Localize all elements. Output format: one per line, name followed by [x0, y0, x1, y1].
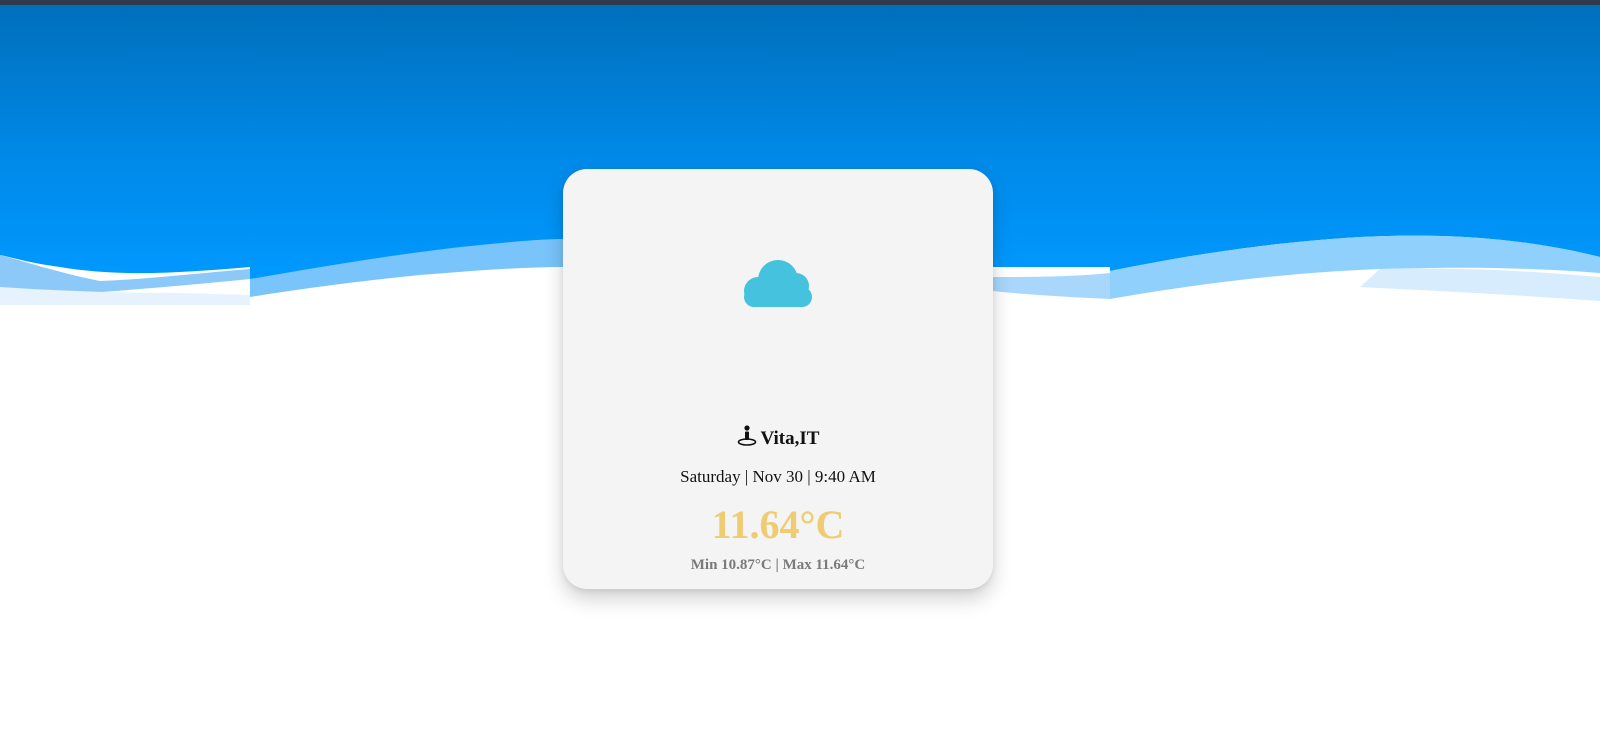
location-name: Vita,IT: [760, 428, 820, 449]
min-max-temperature: Min 10.87°C | Max 11.64°C: [690, 557, 866, 573]
cloud-shape: [744, 260, 812, 307]
date-time-label: Saturday | Nov 30 | 9:40 AM: [680, 467, 876, 486]
cloud-icon: [744, 260, 812, 307]
temperature-value: 11.64°C: [711, 502, 845, 547]
location-person-icon: [737, 425, 756, 446]
location-label: Vita,IT: [563, 425, 993, 450]
weather-card: Vita,IT Saturday | Nov 30 | 9:40 AM 11.6…: [563, 169, 993, 589]
